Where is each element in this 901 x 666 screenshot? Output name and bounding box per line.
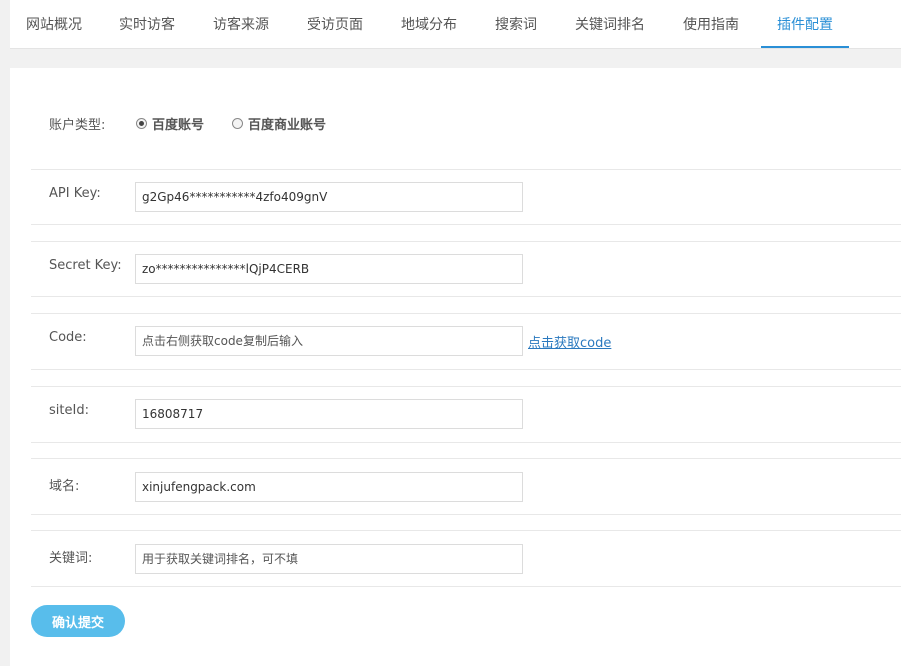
config-panel: 账户类型: 百度账号 百度商业账号 API Key: Secret Key: C…	[10, 68, 901, 666]
tab-region[interactable]: 地域分布	[401, 0, 457, 49]
keywords-row: 关键词:	[31, 530, 901, 587]
tab-search-terms[interactable]: 搜索词	[495, 0, 537, 49]
api-key-input[interactable]	[135, 182, 523, 212]
site-id-label: siteId:	[49, 403, 89, 418]
keywords-input[interactable]	[135, 544, 523, 574]
radio-baidu-account-label: 百度账号	[152, 118, 205, 133]
site-id-row: siteId:	[31, 386, 901, 443]
code-row: Code: 点击获取code	[31, 313, 901, 370]
secret-key-input[interactable]	[135, 254, 523, 284]
tab-keyword-ranking[interactable]: 关键词排名	[575, 0, 645, 49]
keywords-label: 关键词:	[49, 551, 93, 566]
tab-user-guide[interactable]: 使用指南	[683, 0, 739, 49]
code-label: Code:	[49, 330, 87, 345]
tab-overview[interactable]: 网站概况	[26, 0, 82, 49]
secret-key-row: Secret Key:	[31, 241, 901, 297]
radio-baidu-business-account-label: 百度商业账号	[248, 118, 327, 133]
get-code-link[interactable]: 点击获取code	[528, 332, 611, 351]
api-key-row: API Key:	[31, 169, 901, 225]
tab-plugin-config[interactable]: 插件配置	[761, 0, 849, 49]
domain-input[interactable]	[135, 472, 523, 502]
code-input[interactable]	[135, 326, 523, 356]
tab-realtime-visitors[interactable]: 实时访客	[119, 0, 175, 49]
site-id-input[interactable]	[135, 399, 523, 429]
domain-label: 域名:	[49, 479, 80, 494]
secret-key-label: Secret Key:	[49, 258, 122, 273]
api-key-label: API Key:	[49, 186, 101, 201]
radio-baidu-business-account[interactable]: 百度商业账号	[232, 114, 326, 133]
tab-bar: 网站概况 实时访客 访客来源 受访页面 地域分布 搜索词 关键词排名 使用指南 …	[10, 0, 901, 49]
tab-visited-pages[interactable]: 受访页面	[307, 0, 363, 49]
radio-unchecked-icon[interactable]	[232, 118, 243, 129]
radio-baidu-account[interactable]: 百度账号	[136, 114, 204, 133]
submit-button[interactable]: 确认提交	[31, 605, 125, 637]
radio-checked-icon[interactable]	[136, 118, 147, 129]
tab-visitor-sources[interactable]: 访客来源	[213, 0, 269, 49]
domain-row: 域名:	[31, 458, 901, 515]
account-type-label: 账户类型:	[49, 118, 106, 133]
